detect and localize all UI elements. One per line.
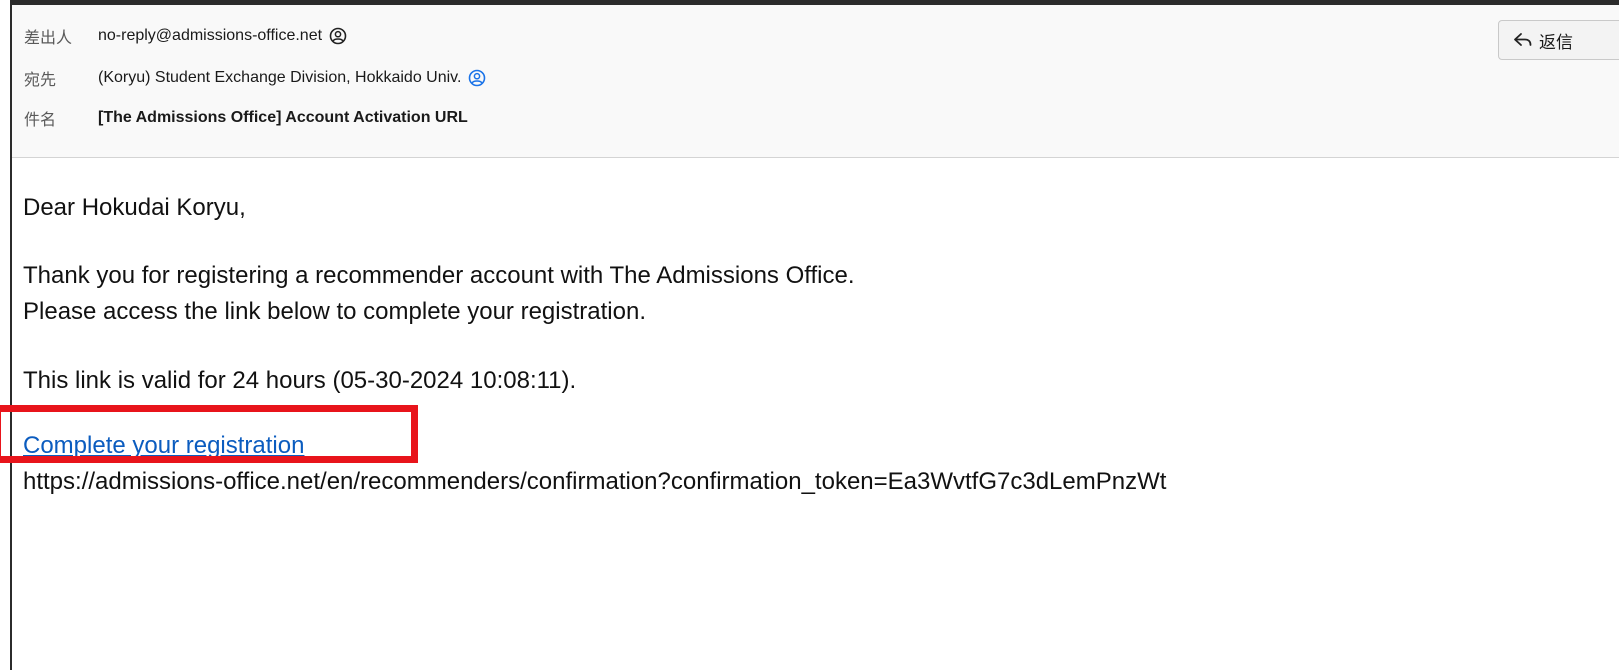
- complete-registration-link[interactable]: Complete your registration: [23, 428, 304, 464]
- contact-person-icon[interactable]: [467, 68, 487, 88]
- from-address[interactable]: no-reply@admissions-office.net: [98, 27, 322, 45]
- to-value[interactable]: (Koryu) Student Exchange Division, Hokka…: [98, 68, 487, 88]
- subject-value: [The Admissions Office] Account Activati…: [98, 109, 468, 126]
- message-header: 差出人 no-reply@admissions-office.net 宛先 (K…: [12, 5, 1619, 158]
- reply-arrow-icon: [1513, 30, 1533, 50]
- reply-button[interactable]: 返信: [1498, 20, 1619, 60]
- from-label: 差出人: [24, 30, 73, 47]
- to-row: 宛先 (Koryu) Student Exchange Division, Ho…: [24, 65, 487, 91]
- thanks-line-2: Please access the link below to complete…: [23, 298, 646, 325]
- reply-label: 返信: [1539, 32, 1573, 52]
- contact-person-icon[interactable]: [328, 26, 348, 46]
- email-window: 差出人 no-reply@admissions-office.net 宛先 (K…: [0, 0, 1619, 670]
- greeting-text: Dear Hokudai Koryu,: [23, 194, 246, 221]
- validity-text: This link is valid for 24 hours (05-30-2…: [23, 367, 577, 394]
- confirmation-url: https://admissions-office.net/en/recomme…: [23, 468, 1167, 495]
- to-address[interactable]: (Koryu) Student Exchange Division, Hokka…: [98, 69, 461, 87]
- to-label: 宛先: [24, 72, 57, 89]
- from-row: 差出人 no-reply@admissions-office.net: [24, 23, 348, 49]
- message-body: Dear Hokudai Koryu, Thank you for regist…: [12, 158, 1619, 670]
- from-value[interactable]: no-reply@admissions-office.net: [98, 26, 348, 46]
- subject-row: 件名 [The Admissions Office] Account Activ…: [24, 105, 468, 131]
- thanks-line-1: Thank you for registering a recommender …: [23, 262, 855, 289]
- subject-label: 件名: [24, 112, 57, 129]
